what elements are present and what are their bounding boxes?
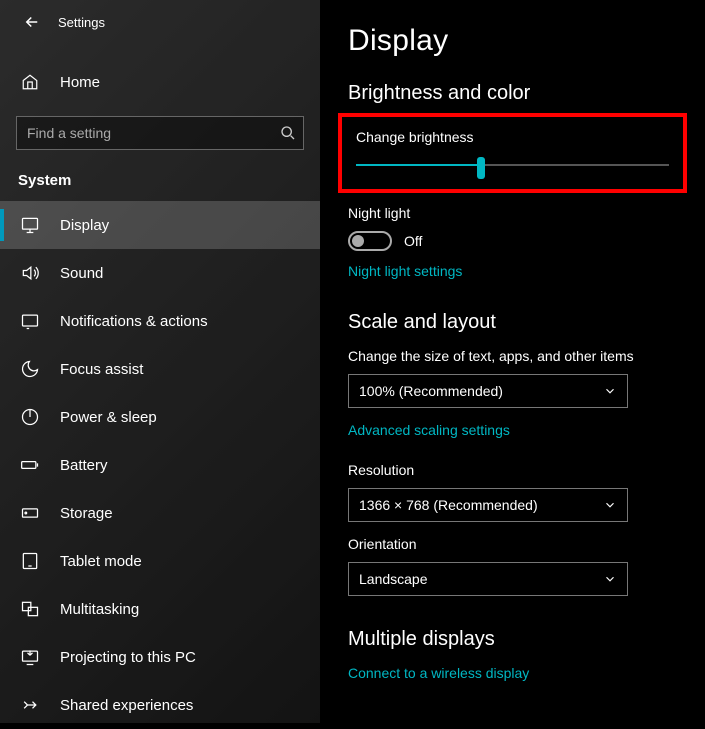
- multiple-displays-heading: Multiple displays: [348, 628, 677, 651]
- orientation-value: Landscape: [359, 571, 428, 587]
- content-pane: Display Brightness and color Change brig…: [320, 0, 705, 723]
- back-arrow-icon: [23, 13, 41, 31]
- section-label: System: [0, 150, 320, 201]
- brightness-section-heading: Brightness and color: [348, 82, 677, 105]
- power-icon: [18, 407, 42, 427]
- nav-item-notifications[interactable]: Notifications & actions: [0, 297, 320, 345]
- nav-item-projecting[interactable]: Projecting to this PC: [0, 633, 320, 681]
- nav-label: Battery: [60, 457, 108, 474]
- nav-item-sound[interactable]: Sound: [0, 249, 320, 297]
- multitasking-icon: [18, 599, 42, 619]
- nav-item-display[interactable]: Display: [0, 201, 320, 249]
- nav-label: Projecting to this PC: [60, 649, 196, 666]
- storage-icon: [18, 503, 42, 523]
- chevron-down-icon: [603, 498, 617, 512]
- slider-thumb-icon: [477, 157, 485, 179]
- nav-label: Shared experiences: [60, 697, 193, 714]
- nav-label: Focus assist: [60, 361, 143, 378]
- scale-value: 100% (Recommended): [359, 383, 503, 399]
- focus-assist-icon: [18, 359, 42, 379]
- orientation-label: Orientation: [348, 536, 677, 552]
- battery-icon: [18, 455, 42, 475]
- change-brightness-label: Change brightness: [356, 129, 669, 145]
- nav-item-battery[interactable]: Battery: [0, 441, 320, 489]
- nav-item-storage[interactable]: Storage: [0, 489, 320, 537]
- nav-item-power-sleep[interactable]: Power & sleep: [0, 393, 320, 441]
- nav-item-shared-experiences[interactable]: Shared experiences: [0, 681, 320, 729]
- nav-label: Power & sleep: [60, 409, 157, 426]
- search-input[interactable]: [16, 116, 304, 150]
- projecting-icon: [18, 647, 42, 667]
- nav-label: Tablet mode: [60, 553, 142, 570]
- brightness-slider[interactable]: [356, 155, 669, 175]
- scale-section-heading: Scale and layout: [348, 311, 677, 334]
- orientation-dropdown[interactable]: Landscape: [348, 562, 628, 596]
- notifications-icon: [18, 311, 42, 331]
- home-icon: [18, 73, 42, 91]
- page-title: Display: [348, 24, 677, 58]
- brightness-highlight: Change brightness: [338, 113, 687, 193]
- nav-label: Sound: [60, 265, 103, 282]
- scale-dropdown[interactable]: 100% (Recommended): [348, 374, 628, 408]
- night-light-state: Off: [404, 233, 422, 249]
- sidebar: Settings Home System Display Sound Notif…: [0, 0, 320, 723]
- shared-experiences-icon: [18, 695, 42, 715]
- chevron-down-icon: [603, 384, 617, 398]
- search-icon: [280, 125, 296, 141]
- nav-item-tablet-mode[interactable]: Tablet mode: [0, 537, 320, 585]
- nav-label: Notifications & actions: [60, 313, 208, 330]
- nav-item-multitasking[interactable]: Multitasking: [0, 585, 320, 633]
- night-light-toggle[interactable]: [348, 231, 392, 251]
- nav-label: Display: [60, 217, 109, 234]
- back-button[interactable]: [18, 8, 46, 36]
- app-title: Settings: [58, 15, 105, 30]
- night-light-settings-link[interactable]: Night light settings: [348, 263, 462, 279]
- chevron-down-icon: [603, 572, 617, 586]
- resolution-dropdown[interactable]: 1366 × 768 (Recommended): [348, 488, 628, 522]
- nav-label: Storage: [60, 505, 113, 522]
- sound-icon: [18, 263, 42, 283]
- nav-item-focus-assist[interactable]: Focus assist: [0, 345, 320, 393]
- connect-wireless-link[interactable]: Connect to a wireless display: [348, 665, 529, 681]
- home-nav-item[interactable]: Home: [0, 62, 320, 102]
- night-light-label: Night light: [348, 205, 677, 221]
- advanced-scaling-link[interactable]: Advanced scaling settings: [348, 422, 510, 438]
- tablet-mode-icon: [18, 551, 42, 571]
- nav-label: Multitasking: [60, 601, 139, 618]
- scale-label: Change the size of text, apps, and other…: [348, 348, 677, 364]
- resolution-label: Resolution: [348, 462, 677, 478]
- resolution-value: 1366 × 768 (Recommended): [359, 497, 538, 513]
- display-icon: [18, 215, 42, 235]
- home-label: Home: [60, 74, 100, 91]
